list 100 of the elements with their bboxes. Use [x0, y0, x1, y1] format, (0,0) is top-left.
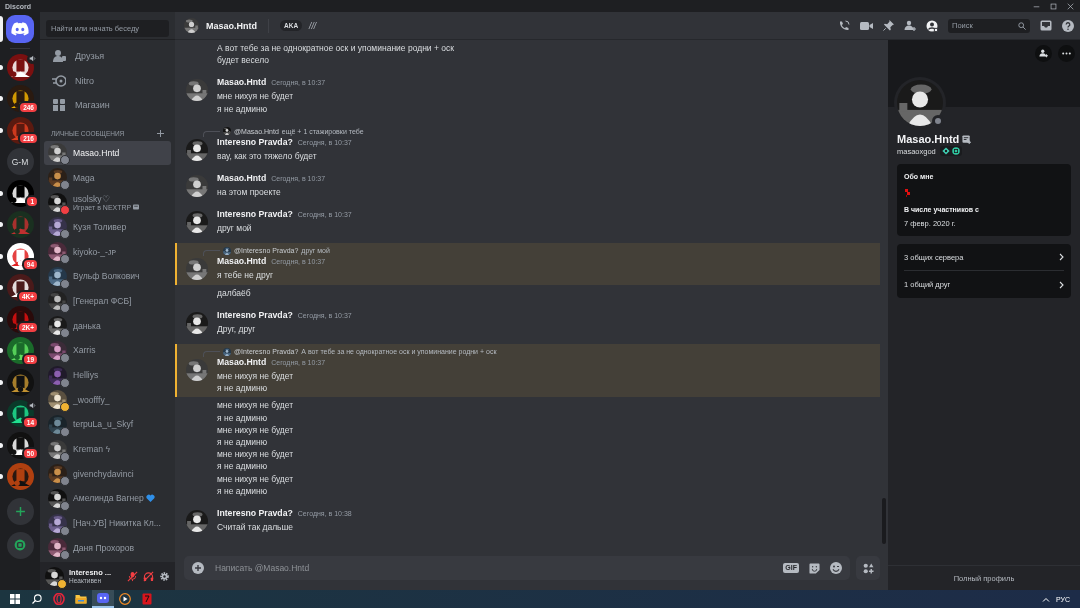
nav-item[interactable]: Друзья: [44, 44, 171, 69]
message-text: мне нихуя не будет: [217, 448, 294, 461]
add-attachment-icon[interactable]: [192, 562, 204, 574]
contact-name: Вульф Волкович: [73, 271, 140, 282]
message-text: мне нихуя не будет: [217, 370, 295, 383]
discord-logo-icon: [11, 21, 29, 36]
dm-item[interactable]: Даня Прохоров: [44, 535, 171, 561]
settings-icon[interactable]: [159, 570, 170, 582]
author-name[interactable]: Masao.Hntd: [217, 77, 267, 88]
maximize-icon[interactable]: [1050, 2, 1057, 10]
apps-button[interactable]: [856, 556, 880, 580]
dm-item[interactable]: kiyoko-_-ᴊᴘ: [44, 239, 171, 264]
compass-icon: [14, 539, 26, 551]
windows-icon: [10, 594, 20, 604]
pin-icon[interactable]: [883, 20, 894, 31]
dm-item[interactable]: Masao.Hntd: [44, 140, 171, 166]
contact-name: terpuLa_u_Skyf: [73, 419, 134, 430]
message-text: друг мой: [217, 222, 253, 235]
folder-icon: [75, 593, 87, 605]
message-text: я не админю: [217, 436, 269, 449]
dm-item[interactable]: [Нач.УВ] Никитка Кл...: [44, 510, 171, 536]
reply-connector: [203, 351, 220, 358]
dm-item[interactable]: terpuLa_u_Skyf: [44, 412, 171, 437]
contact-name: usolsky♡: [73, 193, 110, 204]
status-text: ///: [309, 20, 317, 31]
note-icon[interactable]: [962, 134, 972, 144]
chevron-right-icon: [1059, 253, 1064, 261]
dm-item[interactable]: Xarris: [44, 338, 171, 363]
message-text: я не админю: [217, 484, 269, 498]
plus-icon[interactable]: [157, 129, 164, 137]
help-icon[interactable]: [1062, 19, 1074, 32]
message-text: далбаёб: [217, 286, 251, 299]
chevron-right-icon: [1059, 280, 1064, 289]
author-name[interactable]: Interesno Pravda?: [217, 309, 293, 320]
contact-name: kiyoko-_-ᴊᴘ: [73, 246, 116, 257]
dm-item[interactable]: Вульф Волкович: [44, 263, 171, 289]
nav-item[interactable]: Магазин: [44, 93, 171, 118]
message-text: мне нихуя не будет: [217, 423, 294, 437]
friends-icon: [52, 49, 66, 64]
server-icon[interactable]: G-M: [6, 148, 34, 176]
inbox-icon[interactable]: [1040, 20, 1052, 31]
dm-item[interactable]: Кузя Толивер: [44, 214, 171, 240]
dm-item[interactable]: Амелинда Вагнер: [44, 486, 171, 511]
emoji-icon[interactable]: [830, 562, 842, 574]
message-text: мне нихуя не будет: [217, 472, 294, 485]
search-icon: [32, 594, 42, 604]
home-button[interactable]: [6, 14, 34, 43]
taskbar-app[interactable]: [92, 590, 114, 608]
author-name[interactable]: Interesno Pravda?: [217, 136, 293, 147]
contact-name: Даня Прохоров: [73, 542, 135, 553]
profile-icon[interactable]: [926, 19, 938, 32]
dm-item[interactable]: givenchydavinci: [44, 461, 171, 487]
contact-name: Kreman ϟ: [73, 444, 111, 455]
author-name[interactable]: Masao.Hntd: [217, 357, 267, 368]
author-name[interactable]: Masao.Hntd: [217, 173, 267, 183]
dm-item[interactable]: _woofffy_: [44, 387, 171, 413]
message-text: я не админю: [217, 382, 269, 395]
dm-item[interactable]: Helliys: [44, 362, 171, 388]
dm-item[interactable]: данька: [44, 313, 171, 338]
sticker-icon[interactable]: [809, 562, 820, 574]
channel-title: Masao.Hntd: [206, 20, 257, 31]
author-name[interactable]: Interesno Pravda?: [217, 209, 293, 220]
add-friend-button[interactable]: [1035, 45, 1052, 62]
video-camera-icon[interactable]: [860, 20, 873, 31]
search-icon: [1018, 21, 1026, 30]
contact-name: [Нач.УВ] Никитка Кл...: [73, 518, 161, 529]
microphone-icon[interactable]: [127, 570, 138, 582]
add-friend-icon[interactable]: [904, 19, 916, 32]
author-name[interactable]: Masao.Hntd: [217, 256, 267, 267]
message-text: я тебе не друг: [217, 269, 274, 282]
explore-button[interactable]: [6, 531, 34, 559]
dm-item[interactable]: Maga: [44, 165, 171, 190]
dm-item[interactable]: [Генерал ФСБ]: [44, 288, 171, 314]
play-icon: [119, 593, 131, 605]
add-server-button[interactable]: [6, 497, 34, 525]
message-text: на этом проекте: [217, 186, 282, 199]
author-name[interactable]: Interesno Pravda?: [217, 508, 293, 519]
dm-item[interactable]: Kreman ϟ: [44, 436, 171, 462]
contact-name: Masao.Hntd: [73, 147, 120, 158]
contact-name: _woofffy_: [73, 394, 110, 405]
more-icon: [1062, 52, 1071, 55]
nav-item[interactable]: Nitro: [44, 68, 171, 93]
more-button[interactable]: [1058, 45, 1075, 62]
reply-connector: [203, 250, 220, 257]
shop-icon: [52, 98, 66, 113]
plus-icon: [14, 505, 26, 517]
opera-icon: [53, 593, 65, 605]
phone-icon[interactable]: [838, 19, 850, 32]
close-icon[interactable]: [1067, 2, 1074, 10]
display-name: Masao.Hntd: [897, 133, 960, 145]
contact-name: Амелинда Вагнер: [73, 493, 144, 504]
message-text: А вот тебе за не однократное оск и упоминание родни + оск: [217, 42, 454, 55]
contact-name: Кузя Толивер: [73, 221, 127, 232]
chevron-up-icon[interactable]: [1041, 596, 1050, 602]
message-text: мне нихуя не будет: [217, 399, 294, 412]
message-text: Считай так дальше: [217, 521, 295, 534]
message-text: будет весело: [217, 54, 270, 67]
message-text: я не админю: [217, 411, 269, 424]
headphones-icon[interactable]: [143, 570, 154, 582]
app-icon: [141, 593, 153, 605]
